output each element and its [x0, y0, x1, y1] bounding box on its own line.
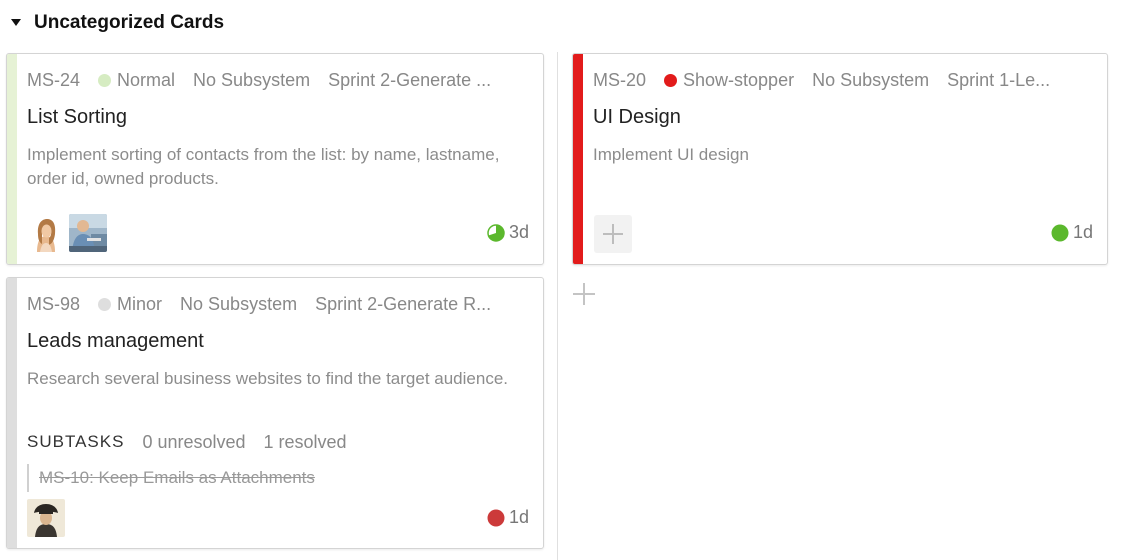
column-divider — [557, 52, 558, 560]
swimlane-title: Uncategorized Cards — [34, 12, 225, 33]
card[interactable]: MS-98 Minor No Subsystem Sprint 2-Genera… — [6, 277, 544, 549]
priority-label: Minor — [117, 293, 163, 314]
priority-label: Show-stopper — [683, 69, 795, 90]
card-title[interactable]: Leads management — [27, 330, 529, 353]
swimlane-header: Uncategorized Cards — [10, 10, 224, 36]
subtask-item[interactable]: MS-10: Keep Emails as Attachments — [27, 464, 315, 492]
card-description: Implement sorting of contacts from the l… — [27, 145, 500, 188]
issue-id[interactable]: MS-24 — [27, 70, 80, 91]
avatar-hat[interactable] — [27, 499, 65, 537]
subtasks-resolved[interactable]: 1 resolved — [264, 432, 347, 453]
card-meta: MS-24 Normal No Subsystem Sprint 2-Gener… — [27, 68, 529, 92]
subsystem-field[interactable]: No Subsystem — [180, 294, 297, 315]
card-meta: MS-20 Show-stopper No Subsystem Sprint 1… — [593, 68, 1093, 92]
priority-dot-icon — [98, 297, 112, 311]
issue-id[interactable]: MS-20 — [593, 70, 646, 91]
estimate[interactable]: 1d — [487, 507, 529, 528]
add-assignee-button[interactable] — [594, 215, 632, 253]
subtasks-unresolved[interactable]: 0 unresolved — [142, 432, 245, 453]
estimate-value: 1d — [508, 507, 529, 527]
card[interactable]: MS-24 Normal No Subsystem Sprint 2-Gener… — [6, 53, 544, 265]
subtasks-label: SUBTASKS — [27, 432, 125, 451]
sprint-field[interactable]: Sprint 2-Generate R... — [315, 294, 529, 315]
priority-field[interactable]: Minor — [98, 294, 162, 315]
subsystem-field[interactable]: No Subsystem — [812, 70, 929, 91]
priority-dot-icon — [664, 73, 678, 87]
issue-id[interactable]: MS-98 — [27, 294, 80, 315]
card-meta: MS-98 Minor No Subsystem Sprint 2-Genera… — [27, 292, 529, 316]
add-card-button[interactable] — [572, 282, 596, 306]
collapse-triangle-icon[interactable] — [10, 17, 22, 29]
estimate[interactable]: 3d — [487, 222, 529, 243]
priority-field[interactable]: Normal — [98, 70, 175, 91]
card[interactable]: MS-20 Show-stopper No Subsystem Sprint 1… — [572, 53, 1108, 265]
estimate-value: 3d — [508, 222, 529, 242]
partial-pie-icon — [487, 223, 505, 242]
sprint-field[interactable]: Sprint 2-Generate ... — [328, 70, 529, 91]
priority-dot-icon — [98, 73, 112, 87]
subtasks-summary: SUBTASKS 0 unresolved 1 resolved — [27, 430, 365, 454]
sprint-field[interactable]: Sprint 1-Le... — [947, 70, 1093, 91]
priority-label: Normal — [117, 69, 176, 90]
green-circle-icon — [1051, 224, 1069, 242]
card-title[interactable]: List Sorting — [27, 106, 529, 129]
assignees — [27, 499, 69, 537]
estimate[interactable]: 1d — [1051, 222, 1093, 243]
priority-field[interactable]: Show-stopper — [664, 70, 794, 91]
subsystem-field[interactable]: No Subsystem — [193, 70, 310, 91]
card-title[interactable]: UI Design — [593, 106, 1093, 129]
card-description: Implement UI design — [593, 145, 749, 164]
priority-color-bar — [7, 278, 17, 548]
plus-icon — [573, 283, 595, 305]
priority-color-bar — [573, 54, 583, 264]
avatar-woman[interactable] — [27, 214, 65, 252]
assignees — [27, 214, 111, 252]
estimate-value: 1d — [1072, 222, 1093, 242]
priority-color-bar — [7, 54, 17, 264]
avatar-man[interactable] — [69, 214, 107, 252]
red-circle-icon — [487, 509, 505, 527]
plus-icon — [603, 224, 623, 244]
card-description: Research several business websites to fi… — [27, 369, 508, 388]
